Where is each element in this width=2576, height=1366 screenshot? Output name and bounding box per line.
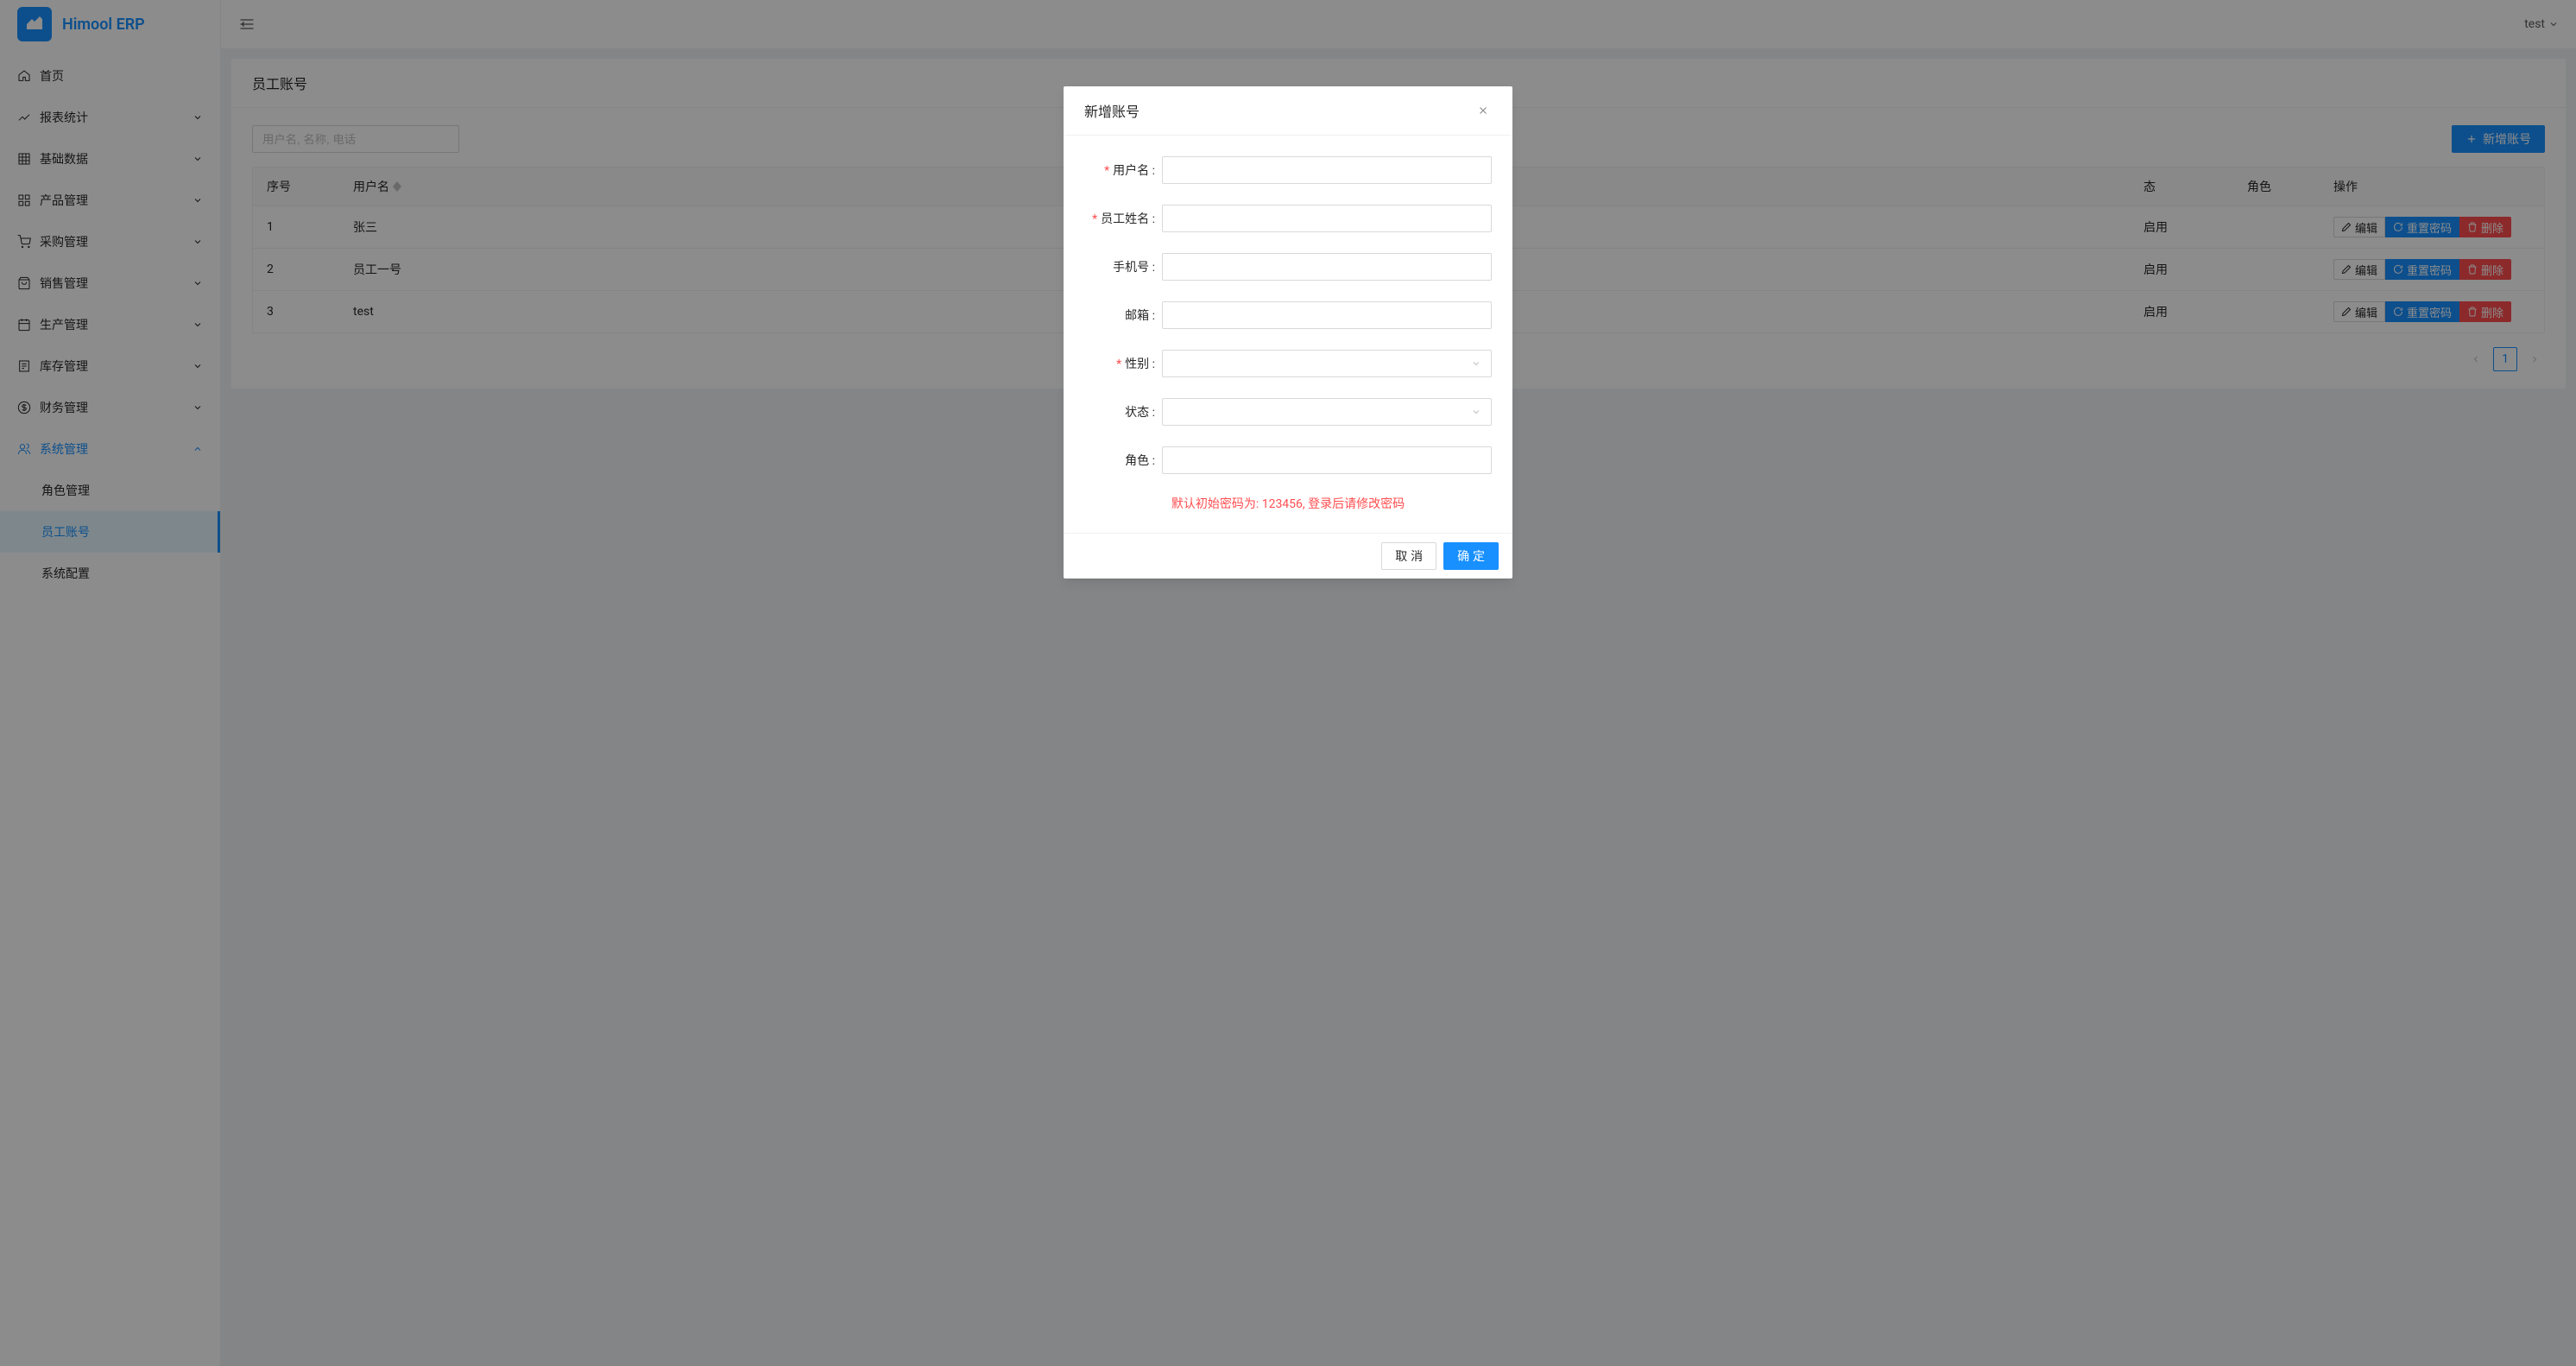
modal: 新增账号 用户名 : 员工姓名 : 手机号 : 邮箱 : <box>1064 86 1512 579</box>
label-name: 员工姓名 : <box>1084 210 1162 227</box>
modal-title: 新增账号 <box>1084 100 1140 121</box>
input-role[interactable] <box>1162 446 1492 474</box>
modal-footer: 取 消 确 定 <box>1064 533 1512 579</box>
label-username: 用户名 : <box>1084 161 1162 179</box>
input-phone[interactable] <box>1162 253 1492 281</box>
modal-body: 用户名 : 员工姓名 : 手机号 : 邮箱 : 性别 : 状态 : <box>1064 136 1512 533</box>
modal-mask[interactable]: 新增账号 用户名 : 员工姓名 : 手机号 : 邮箱 : <box>0 0 2576 1366</box>
chevron-down-icon <box>1471 358 1481 369</box>
input-name[interactable] <box>1162 205 1492 232</box>
close-icon <box>1477 104 1489 117</box>
select-status[interactable] <box>1162 398 1492 426</box>
confirm-button[interactable]: 确 定 <box>1443 542 1499 570</box>
label-phone: 手机号 : <box>1084 258 1162 275</box>
select-gender[interactable] <box>1162 350 1492 377</box>
label-role: 角色 : <box>1084 452 1162 469</box>
input-username[interactable] <box>1162 156 1492 184</box>
modal-header: 新增账号 <box>1064 86 1512 136</box>
password-hint: 默认初始密码为: 123456, 登录后请修改密码 <box>1084 495 1492 512</box>
modal-close[interactable] <box>1474 102 1492 119</box>
chevron-down-icon <box>1471 407 1481 417</box>
label-email: 邮箱 : <box>1084 307 1162 324</box>
label-gender: 性别 : <box>1084 355 1162 372</box>
cancel-button[interactable]: 取 消 <box>1381 542 1436 570</box>
label-status: 状态 : <box>1084 403 1162 421</box>
input-email[interactable] <box>1162 301 1492 329</box>
